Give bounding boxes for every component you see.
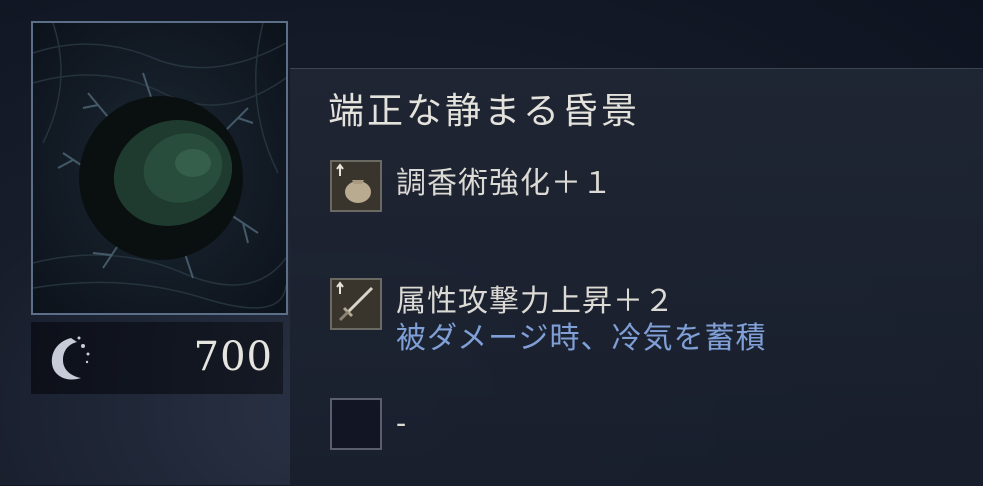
- rune-currency-icon: [51, 336, 90, 380]
- price-bar: 700: [31, 322, 283, 394]
- empty-slot-icon: [330, 398, 382, 450]
- effect-label: -: [396, 406, 408, 441]
- sword-icon: [330, 278, 382, 330]
- relic-image: [33, 23, 286, 309]
- price-value: 700: [193, 334, 273, 380]
- effect-label: 属性攻撃力上昇＋２: [396, 284, 675, 319]
- item-name: 端正な静まる昏景: [328, 91, 641, 132]
- effect-description: 被ダメージ時、冷気を蓄積: [396, 321, 767, 356]
- item-thumbnail: [31, 21, 288, 315]
- effect-label: 調香術強化＋１: [396, 166, 613, 201]
- effect-row-2: 属性攻撃力上昇＋２ 被ダメージ時、冷気を蓄積: [330, 278, 767, 358]
- perfume-bottle-icon: [330, 160, 382, 212]
- effect-row-1: 調香術強化＋１: [330, 160, 613, 212]
- effect-row-3: -: [330, 398, 407, 450]
